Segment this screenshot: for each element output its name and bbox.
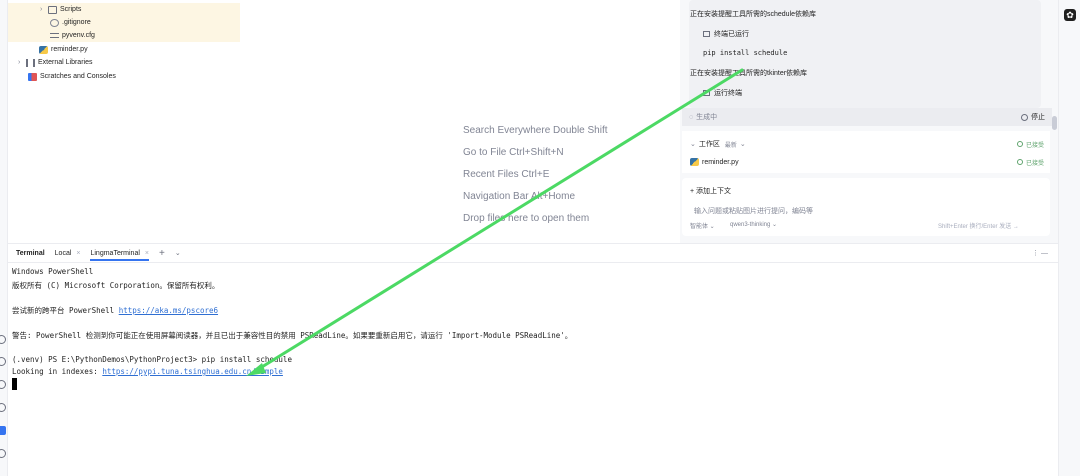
arrow-line [255,68,744,372]
annotation-arrow [246,68,744,376]
